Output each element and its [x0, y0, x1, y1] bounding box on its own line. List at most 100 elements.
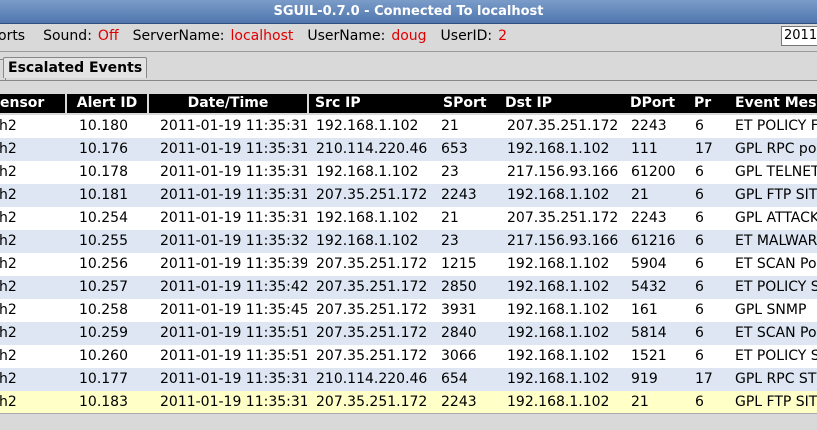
cell-protocol: 6	[695, 210, 704, 226]
cell-alert-id: 10.181	[79, 187, 128, 203]
cell-alert-id: 10.176	[79, 141, 128, 157]
column-header-sensor[interactable]: ensor	[0, 94, 65, 113]
cell-src-ip: 207.35.251.172	[316, 348, 428, 364]
cell-alert-id: 10.255	[79, 233, 128, 249]
divider	[0, 51, 817, 52]
cell-dst-port: 5904	[631, 256, 667, 272]
date-field[interactable]: 2011-	[781, 26, 817, 46]
cell-event-message: ET MALWAR	[735, 233, 817, 249]
cell-src-port: 21	[441, 210, 459, 226]
tab-bar: Escalated Events	[0, 55, 817, 80]
table-row[interactable]: h2 10.180 2011-01-19 11:35:31 192.168.1.102…	[0, 115, 817, 138]
cell-sensor: h2	[0, 371, 17, 387]
cell-src-port: 21	[441, 118, 459, 134]
cell-src-ip: 210.114.220.46	[316, 371, 428, 387]
cell-src-ip: 207.35.251.172	[316, 187, 428, 203]
table-row[interactable]: h2 10.254 2011-01-19 11:35:31 192.168.1.102…	[0, 207, 817, 230]
cell-dst-port: 5432	[631, 279, 667, 295]
cell-src-port: 2840	[441, 325, 477, 341]
column-header-protocol[interactable]: Pr	[688, 94, 734, 113]
cell-src-port: 3066	[441, 348, 477, 364]
cell-dst-ip: 192.168.1.102	[507, 371, 610, 387]
cell-protocol: 17	[695, 141, 713, 157]
server-name-value: localhost	[230, 28, 294, 44]
cell-src-port: 2243	[441, 187, 477, 203]
cell-dst-ip: 217.156.93.166	[507, 233, 619, 249]
cell-protocol: 6	[695, 256, 704, 272]
table-row[interactable]: h2 10.259 2011-01-19 11:35:51 207.35.251.17…	[0, 322, 817, 345]
cell-alert-id: 10.259	[79, 325, 128, 341]
cell-sensor: h2	[0, 279, 17, 295]
column-header-src-port[interactable]: SPort	[437, 94, 496, 113]
cell-sensor: h2	[0, 164, 17, 180]
cell-event-message: ET SCAN Po	[735, 325, 817, 341]
cell-event-message: ET SCAN Po	[735, 256, 817, 272]
cell-protocol: 6	[695, 233, 704, 249]
cell-sensor: h2	[0, 141, 17, 157]
column-header-event-message[interactable]: Event Messa	[730, 94, 817, 113]
table-row[interactable]: h2 10.258 2011-01-19 11:35:45 207.35.251.17…	[0, 299, 817, 322]
cell-sensor: h2	[0, 394, 17, 410]
table-row[interactable]: h2 10.183 2011-01-19 11:35:31 207.35.251.17…	[0, 391, 817, 414]
horizontal-scrollbar[interactable]	[0, 413, 817, 430]
cell-protocol: 6	[695, 394, 704, 410]
cell-dst-ip: 192.168.1.102	[507, 302, 610, 318]
tab-divider	[0, 80, 817, 81]
cell-date-time: 2011-01-19 11:35:45	[160, 302, 307, 318]
cell-dst-ip: 207.35.251.172	[507, 118, 619, 134]
sound-label: Sound:	[43, 28, 92, 44]
cell-event-message: GPL ATTACK	[735, 210, 817, 226]
table-row[interactable]: h2 10.256 2011-01-19 11:35:39 207.35.251.17…	[0, 253, 817, 276]
cell-src-ip: 207.35.251.172	[316, 302, 428, 318]
cell-date-time: 2011-01-19 11:35:42	[160, 279, 307, 295]
cell-date-time: 2011-01-19 11:35:51	[160, 348, 307, 364]
cell-alert-id: 10.260	[79, 348, 128, 364]
cell-date-time: 2011-01-19 11:35:31	[160, 164, 307, 180]
sound-value[interactable]: Off	[98, 28, 119, 44]
table-row[interactable]: h2 10.255 2011-01-19 11:35:32 192.168.1.102…	[0, 230, 817, 253]
cell-src-ip: 192.168.1.102	[316, 164, 419, 180]
user-id-value: 2	[498, 28, 507, 44]
table-row[interactable]: h2 10.181 2011-01-19 11:35:31 207.35.251.17…	[0, 184, 817, 207]
cell-dst-port: 5814	[631, 325, 667, 341]
cell-src-ip: 207.35.251.172	[316, 256, 428, 272]
cell-date-time: 2011-01-19 11:35:31	[160, 141, 307, 157]
tab-escalated-events[interactable]: Escalated Events	[3, 57, 148, 78]
column-header-dst-ip[interactable]: Dst IP	[492, 94, 635, 113]
table-row[interactable]: h2 10.176 2011-01-19 11:35:31 210.114.220.4…	[0, 138, 817, 161]
cell-src-ip: 207.35.251.172	[316, 394, 428, 410]
cell-protocol: 6	[695, 325, 704, 341]
cell-src-port: 3931	[441, 302, 477, 318]
column-header-src-ip[interactable]: Src IP	[309, 94, 441, 113]
cell-dst-ip: 207.35.251.172	[507, 210, 619, 226]
cell-src-port: 2850	[441, 279, 477, 295]
cell-src-port: 1215	[441, 256, 477, 272]
reports-label-fragment[interactable]: orts	[0, 28, 25, 44]
column-header-alert-id[interactable]: Alert ID	[67, 94, 147, 113]
cell-date-time: 2011-01-19 11:35:31	[160, 118, 307, 134]
cell-protocol: 6	[695, 279, 704, 295]
cell-dst-ip: 192.168.1.102	[507, 279, 610, 295]
cell-src-ip: 207.35.251.172	[316, 279, 428, 295]
cell-dst-ip: 192.168.1.102	[507, 394, 610, 410]
cell-event-message: GPL SNMP	[735, 302, 807, 318]
table-row[interactable]: h2 10.257 2011-01-19 11:35:42 207.35.251.17…	[0, 276, 817, 299]
cell-dst-ip: 192.168.1.102	[507, 256, 610, 272]
column-header-date-time[interactable]: Date/Time	[149, 94, 307, 113]
cell-event-message: GPL TELNET	[735, 164, 817, 180]
table-row[interactable]: h2 10.260 2011-01-19 11:35:51 207.35.251.17…	[0, 345, 817, 368]
cell-dst-ip: 192.168.1.102	[507, 141, 610, 157]
column-header-dst-port[interactable]: DPort	[624, 94, 692, 113]
cell-dst-port: 21	[631, 394, 649, 410]
cell-event-message: GPL FTP SIT	[735, 394, 817, 410]
cell-sensor: h2	[0, 210, 17, 226]
table-row[interactable]: h2 10.177 2011-01-19 11:35:31 210.114.220.4…	[0, 368, 817, 391]
cell-date-time: 2011-01-19 11:35:32	[160, 233, 307, 249]
cell-src-port: 653	[441, 141, 468, 157]
cell-dst-port: 161	[631, 302, 658, 318]
cell-protocol: 6	[695, 302, 704, 318]
cell-src-port: 23	[441, 164, 459, 180]
cell-src-port: 23	[441, 233, 459, 249]
cell-dst-port: 2243	[631, 118, 667, 134]
table-row[interactable]: h2 10.178 2011-01-19 11:35:31 192.168.1.102…	[0, 161, 817, 184]
